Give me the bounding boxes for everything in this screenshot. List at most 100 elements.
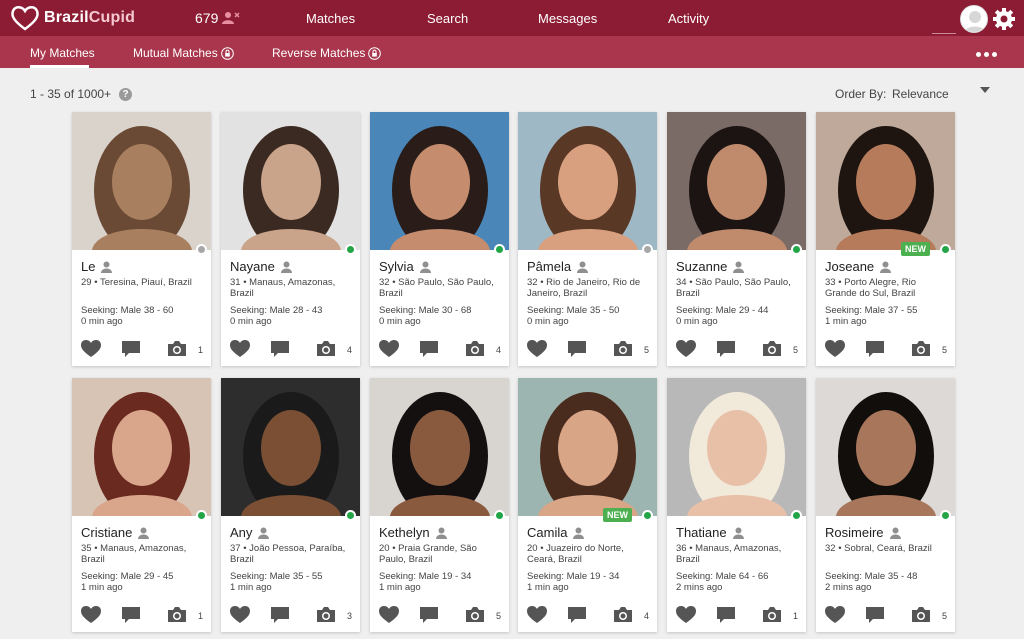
profile-photo[interactable] (667, 112, 806, 250)
camera-icon[interactable] (465, 340, 485, 357)
profile-photo-image (370, 378, 509, 516)
profile-name[interactable]: Le (81, 259, 95, 274)
profile-name[interactable]: Cristiane (81, 525, 132, 540)
profile-last-active: 0 min ago (81, 316, 123, 327)
profile-photo[interactable] (518, 112, 657, 250)
profile-actions: 4 (518, 606, 657, 626)
heart-icon[interactable] (527, 340, 547, 358)
profile-name[interactable]: Pâmela (527, 259, 571, 274)
chat-bubble-icon[interactable] (270, 606, 290, 624)
chat-bubble-icon[interactable] (716, 340, 736, 358)
chat-bubble-icon[interactable] (121, 340, 141, 358)
lock-icon (220, 46, 234, 60)
chevron-down-icon[interactable] (980, 87, 990, 93)
profile-card[interactable]: Rosimeire 32 • Sobral, Ceará, Brazil Seeki… (816, 378, 955, 632)
profile-age-location: 36 • Manaus, Amazonas, Brazil (676, 543, 782, 565)
profile-name[interactable]: Thatiane (676, 525, 727, 540)
profile-card[interactable]: Suzanne 34 • São Paulo, São Paulo, Brazil… (667, 112, 806, 366)
profile-card[interactable]: Kethelyn 20 • Praia Grande, São Paulo, Br… (370, 378, 509, 632)
profile-last-active: 1 min ago (379, 582, 421, 593)
heart-icon[interactable] (379, 606, 399, 624)
nav-matches[interactable]: Matches (306, 11, 355, 26)
camera-icon[interactable] (316, 340, 336, 357)
camera-icon[interactable] (316, 606, 336, 623)
profile-photo[interactable] (221, 378, 360, 516)
profile-card[interactable]: NEW Joseane 33 • Porto Alegre, Rio Grande … (816, 112, 955, 366)
chat-bubble-icon[interactable] (270, 340, 290, 358)
profile-card[interactable]: Thatiane 36 • Manaus, Amazonas, Brazil See… (667, 378, 806, 632)
camera-icon[interactable] (911, 340, 931, 357)
profile-card[interactable]: Pâmela 32 • Rio de Janeiro, Rio de Janeir… (518, 112, 657, 366)
profile-photo[interactable] (816, 378, 955, 516)
heart-icon[interactable] (527, 606, 547, 624)
chat-bubble-icon[interactable] (567, 606, 587, 624)
heart-icon[interactable] (676, 606, 696, 624)
camera-icon[interactable] (465, 606, 485, 623)
profile-photo[interactable] (667, 378, 806, 516)
profile-actions: 4 (370, 340, 509, 360)
nav-search[interactable]: Search (427, 11, 468, 26)
tab-reverse-matches[interactable]: Reverse Matches (272, 46, 382, 60)
chat-bubble-icon[interactable] (865, 606, 885, 624)
photo-count: 4 (644, 611, 650, 621)
nav-activity[interactable]: Activity (668, 11, 709, 26)
camera-icon[interactable] (167, 606, 187, 623)
profile-photo[interactable] (816, 112, 955, 250)
profile-photo-image (518, 378, 657, 516)
camera-icon[interactable] (167, 340, 187, 357)
brand-logo[interactable]: BrazilCupid (10, 5, 135, 31)
profile-photo[interactable] (370, 112, 509, 250)
heart-icon[interactable] (825, 606, 845, 624)
chat-bubble-icon[interactable] (567, 340, 587, 358)
order-by-select[interactable]: Relevance (892, 87, 949, 101)
camera-icon[interactable] (613, 340, 633, 357)
profile-card[interactable]: Nayane 31 • Manaus, Amazonas, Brazil Seeki… (221, 112, 360, 366)
profile-card[interactable]: Le 29 • Teresina, Piauí, Brazil Seeking: M… (72, 112, 211, 366)
tab-mutual-matches[interactable]: Mutual Matches (133, 46, 234, 60)
camera-icon[interactable] (911, 606, 931, 623)
more-options-icon[interactable] (976, 52, 997, 57)
profile-photo[interactable] (72, 378, 211, 516)
profile-name[interactable]: Camila (527, 525, 567, 540)
profile-name[interactable]: Kethelyn (379, 525, 430, 540)
heart-icon[interactable] (379, 340, 399, 358)
profile-name[interactable]: Joseane (825, 259, 874, 274)
profile-card[interactable]: Any 37 • João Pessoa, Paraíba, Brazil Seek… (221, 378, 360, 632)
heart-icon[interactable] (81, 606, 101, 624)
tab-my-matches[interactable]: My Matches (30, 46, 95, 60)
profile-photo[interactable] (72, 112, 211, 250)
heart-icon[interactable] (676, 340, 696, 358)
settings-gear-icon[interactable] (992, 7, 1016, 31)
profile-name[interactable]: Sylvia (379, 259, 414, 274)
profile-name[interactable]: Nayane (230, 259, 275, 274)
heart-icon[interactable] (81, 340, 101, 358)
chat-bubble-icon[interactable] (419, 606, 439, 624)
profile-age-location: 32 • Rio de Janeiro, Rio de Janeiro, Bra… (527, 277, 641, 299)
profile-card[interactable]: Cristiane 35 • Manaus, Amazonas, Brazil Se… (72, 378, 211, 632)
chat-bubble-icon[interactable] (865, 340, 885, 358)
chat-bubble-icon[interactable] (121, 606, 141, 624)
profile-card[interactable]: Sylvia 32 • São Paulo, São Paulo, Brazil S… (370, 112, 509, 366)
camera-icon[interactable] (762, 606, 782, 623)
heart-icon[interactable] (825, 340, 845, 358)
profile-photo[interactable] (370, 378, 509, 516)
heart-icon[interactable] (230, 340, 250, 358)
profile-photo[interactable] (518, 378, 657, 516)
nav-messages[interactable]: Messages (538, 11, 597, 26)
profile-name-row: Joseane (825, 259, 892, 274)
online-status-dot (345, 244, 356, 255)
camera-icon[interactable] (762, 340, 782, 357)
chat-bubble-icon[interactable] (419, 340, 439, 358)
heart-icon[interactable] (230, 606, 250, 624)
camera-icon[interactable] (613, 606, 633, 623)
profile-seeking: Seeking: Male 37 - 55 (825, 305, 918, 316)
profile-name[interactable]: Rosimeire (825, 525, 884, 540)
help-icon[interactable]: ? (119, 87, 133, 101)
online-count[interactable]: 679 (195, 10, 240, 26)
profile-name[interactable]: Suzanne (676, 259, 727, 274)
user-avatar[interactable] (960, 5, 988, 33)
profile-name[interactable]: Any (230, 525, 252, 540)
profile-photo[interactable] (221, 112, 360, 250)
profile-card[interactable]: NEW Camila 20 • Juazeiro do Norte, Ceará, … (518, 378, 657, 632)
chat-bubble-icon[interactable] (716, 606, 736, 624)
